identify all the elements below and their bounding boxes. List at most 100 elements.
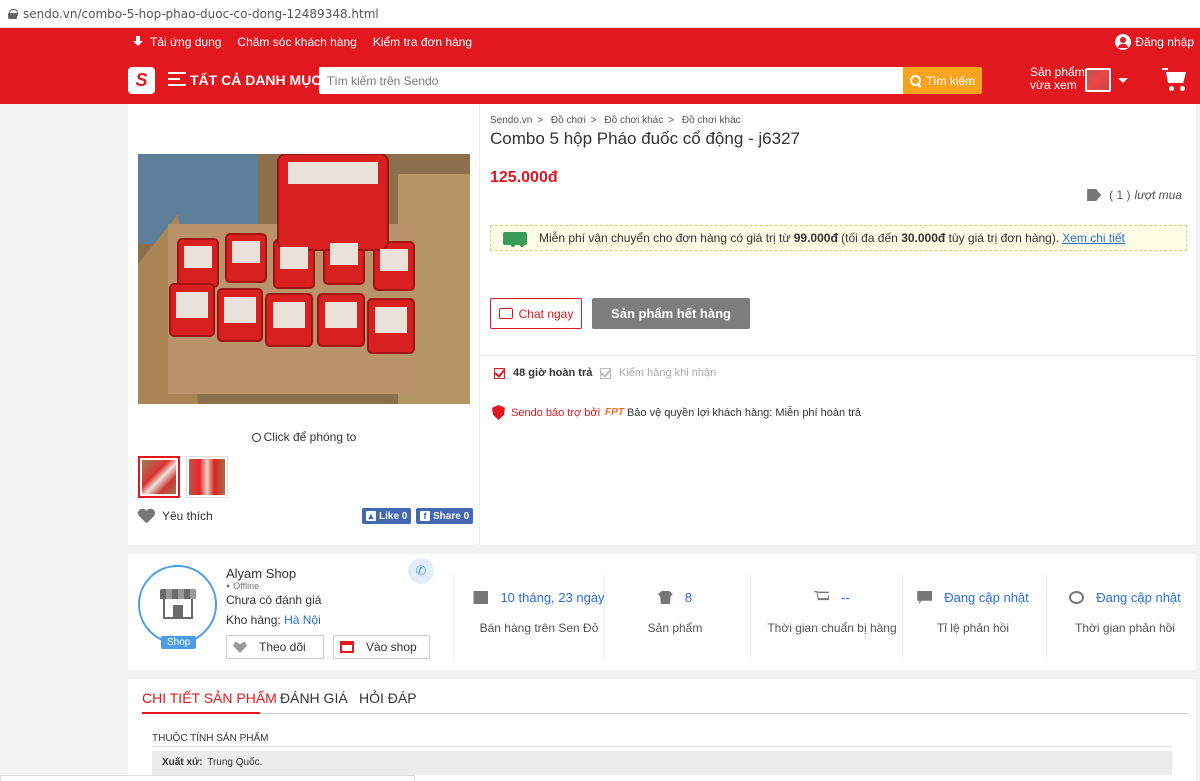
shop-rating: Chưa có đánh giá — [226, 593, 322, 607]
shipping-details-link[interactable]: Xem chi tiết — [1062, 231, 1125, 245]
chat-icon — [498, 308, 513, 319]
warehouse-location: Hà Nội — [284, 613, 321, 627]
heart-icon — [138, 509, 154, 523]
store-icon — [473, 591, 489, 604]
product-title: Combo 5 hộp Pháo đuốc cổ động - j6327 — [490, 129, 801, 148]
breadcrumb-item[interactable]: Đồ chơi — [551, 115, 586, 126]
hamburger-icon[interactable] — [168, 72, 186, 88]
all-categories-button[interactable]: TẤT CẢ DANH MỤC — [190, 72, 321, 88]
sendo-logo[interactable]: S — [128, 67, 155, 94]
policy-inspect-label: Kiểm hàng khi nhận — [619, 367, 717, 379]
login-label: Đăng nhập — [1135, 35, 1194, 49]
shirt-icon — [657, 591, 673, 604]
purchase-count-label: lượt mua — [1134, 188, 1182, 202]
store-icon — [340, 641, 354, 653]
zoom-hint[interactable]: Click để phóng to — [128, 430, 480, 444]
visit-shop-button[interactable]: Vào shop — [333, 635, 430, 659]
divider — [453, 574, 454, 660]
product-thumbnail-2[interactable] — [186, 456, 228, 498]
check-icon — [600, 367, 611, 379]
free-shipping-banner: Miễn phí vận chuyển cho đơn hàng có giá … — [490, 225, 1187, 251]
divider — [750, 574, 751, 660]
product-thumbnail-1[interactable] — [138, 456, 180, 498]
recently-viewed-link[interactable]: Sản phẩm vừa xem — [1030, 66, 1085, 92]
store-icon — [160, 589, 196, 621]
user-icon — [1115, 34, 1132, 50]
policy-inspect: Kiểm hàng khi nhận — [600, 367, 716, 379]
track-order-link[interactable]: Kiểm tra đơn hàng — [373, 35, 472, 49]
stat-response-rate: Đang cập nhật Tỉ lệ phản hồi — [914, 590, 1032, 635]
zoom-icon — [251, 433, 261, 442]
stat-selling-time: 10 tháng, 23 ngày Bán hàng trên Sen Đỏ — [464, 590, 614, 635]
shop-card: Shop Alyam Shop Offline Chưa có đánh giá… — [128, 554, 1196, 670]
shop-badge: Shop — [161, 636, 197, 649]
sold-out-button[interactable]: Sản phẩm hết hàng — [592, 298, 750, 329]
shop-status: Offline — [226, 581, 259, 591]
stat-products-label: Sản phẩm — [647, 621, 703, 635]
breadcrumb-item[interactable]: Đồ chơi khác — [604, 115, 663, 126]
visit-shop-label: Vào shop — [366, 640, 417, 654]
message-icon — [917, 591, 933, 604]
purchase-count: ( 1 ) lượt mua — [1087, 188, 1182, 202]
policy-return-label: 48 giờ hoàn trả — [513, 367, 593, 379]
search-icon — [909, 74, 922, 87]
divider — [152, 746, 1172, 747]
breadcrumb-item[interactable]: Sendo.vn — [490, 115, 532, 126]
purchase-count-value: ( 1 ) — [1109, 188, 1131, 202]
facebook-share-button[interactable]: f Share 0 — [416, 508, 474, 524]
tab-product-details[interactable]: CHI TIẾT SẢN PHẨM — [142, 690, 277, 706]
product-gallery: Click để phóng to Yêu thích ▲ Like 0 f Sha… — [128, 104, 480, 545]
download-app-label: Tải ứng dụng — [150, 35, 222, 49]
product-price: 125.000đ — [490, 169, 558, 186]
product-detail-tabs: CHI TIẾT SẢN PHẨM ĐÁNH GIÁ HỎI ĐÁP THUỘC… — [128, 679, 1196, 781]
stat-response-rate-label: Tỉ lệ phản hồi — [936, 621, 1010, 635]
top-utility-bar: Tải ứng dụng Chăm sóc khách hàng Kiểm tr… — [0, 28, 1200, 56]
tab-divider — [142, 713, 1188, 714]
favorite-label: Yêu thích — [162, 509, 213, 523]
shipping-min-value: 99.000đ — [793, 231, 838, 245]
cart-icon[interactable] — [1162, 68, 1188, 92]
product-main-image[interactable] — [138, 154, 470, 404]
cart-icon — [814, 591, 830, 601]
shipping-max-discount: 30.000đ — [901, 231, 946, 245]
attribute-row-origin: Xuất xứ: Trung Quốc. — [152, 751, 1172, 775]
divider — [480, 355, 1196, 356]
tab-qa[interactable]: HỎI ĐÁP — [359, 690, 417, 706]
chat-now-button[interactable]: Chat ngay — [490, 298, 582, 329]
facebook-like-label: Like 0 — [379, 510, 408, 522]
favorite-button[interactable]: Yêu thích — [138, 509, 213, 523]
divider — [1046, 574, 1047, 660]
phone-icon[interactable]: ✆ — [408, 558, 434, 584]
address-url[interactable]: sendo.vn/combo-5-hop-phao-duoc-co-dong-1… — [23, 7, 379, 21]
protection-notice: Sendo bảo trợ bởi FPT Bảo vệ quyền lợi k… — [492, 405, 861, 420]
tab-reviews[interactable]: ĐÁNH GIÁ — [280, 690, 348, 706]
warehouse-label: Kho hàng: — [226, 613, 281, 627]
stat-prep-time-value: -- — [841, 590, 850, 605]
breadcrumb-item[interactable]: Đồ chơi khác — [682, 115, 741, 126]
browser-address-bar[interactable]: sendo.vn/combo-5-hop-phao-duoc-co-dong-1… — [0, 0, 1200, 28]
policy-return: 48 giờ hoàn trả — [494, 367, 592, 379]
shop-name[interactable]: Alyam Shop — [226, 566, 296, 581]
stat-selling-time-value: 10 tháng, 23 ngày — [500, 590, 605, 605]
shipping-text-after: tùy giá trị đơn hàng). — [948, 231, 1060, 245]
stat-response-time-value: Đang cập nhật — [1096, 590, 1181, 605]
login-link[interactable]: Đăng nhập — [1115, 34, 1194, 50]
check-icon — [494, 367, 505, 379]
shop-warehouse: Kho hàng: Hà Nội — [226, 613, 321, 627]
lock-icon — [8, 8, 18, 19]
stat-selling-time-label: Bán hàng trên Sen Đỏ — [479, 621, 599, 635]
protection-text: Bảo vệ quyền lợi khách hàng: Miễn phí ho… — [626, 406, 862, 419]
recently-viewed-thumbnail[interactable] — [1085, 68, 1111, 92]
attributes-title: THUỘC TÍNH SẢN PHẨM — [152, 733, 269, 744]
avatar[interactable] — [138, 565, 217, 644]
search-input[interactable] — [319, 67, 903, 94]
chevron-down-icon[interactable] — [1118, 78, 1128, 83]
search-button[interactable]: Tìm kiếm — [903, 67, 982, 94]
download-app-link[interactable]: Tải ứng dụng — [132, 35, 221, 49]
customer-care-link[interactable]: Chăm sóc khách hàng — [237, 35, 356, 49]
divider — [604, 574, 605, 660]
facebook-like-button[interactable]: ▲ Like 0 — [362, 508, 412, 524]
follow-button[interactable]: Theo dõi — [226, 635, 324, 659]
stat-products-value: 8 — [684, 590, 693, 605]
origin-value: Trung Quốc. — [207, 757, 263, 768]
